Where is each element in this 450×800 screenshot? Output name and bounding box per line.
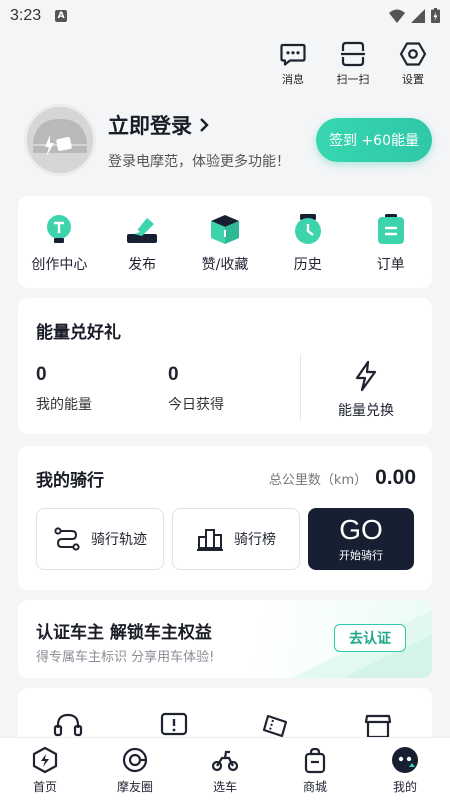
- bottom-nav: 首页 摩友圈 选车 商城 我的: [0, 738, 450, 800]
- my-energy-label: 我的能量: [36, 397, 92, 413]
- settings-icon: [399, 42, 427, 66]
- today-energy-label: 今日获得: [168, 397, 224, 413]
- like-favorite-button[interactable]: 赞/收藏: [189, 212, 261, 288]
- energy-title: 能量兑好礼: [36, 323, 121, 343]
- profile-section: 立即登录 登录电摩范，体验更多功能！ 签到 +60能量: [24, 104, 434, 184]
- history-label: 历史: [293, 257, 322, 273]
- moto-circle-icon: [122, 747, 148, 773]
- ride-rank-button[interactable]: 骑行榜: [172, 508, 300, 570]
- quick-menu-card: 创作中心 发布 赞/收藏 历史 订单: [18, 196, 432, 288]
- chevron-right-icon: [200, 118, 209, 132]
- nav-mine-label: 我的: [392, 780, 417, 794]
- energy-divider: [300, 354, 301, 420]
- publish-label: 发布: [128, 257, 157, 273]
- create-center-button[interactable]: 创作中心: [23, 212, 95, 288]
- nav-moto-circle[interactable]: 摩友圈: [100, 746, 170, 795]
- mall-icon: [304, 747, 326, 774]
- nav-home-label: 首页: [32, 780, 57, 794]
- signal-icon: [411, 8, 425, 23]
- status-icons: [389, 8, 440, 23]
- choose-car-icon: [211, 750, 239, 772]
- avatar[interactable]: [24, 104, 96, 176]
- order-button[interactable]: 订单: [355, 212, 427, 288]
- battery-icon: [431, 8, 440, 23]
- nav-choose-car-label: 选车: [212, 780, 237, 794]
- track-icon: [54, 527, 80, 551]
- login-link[interactable]: 立即登录: [108, 110, 210, 140]
- publish-button[interactable]: 发布: [106, 212, 178, 288]
- energy-exchange-label: 能量兑换: [338, 403, 394, 419]
- create-center-icon: [47, 215, 72, 243]
- status-time: 3:23: [10, 7, 42, 24]
- energy-card: 能量兑好礼 0 我的能量 0 今日获得 能量兑换: [18, 298, 432, 434]
- like-favorite-icon: [210, 215, 239, 244]
- checkin-button[interactable]: 签到 +60能量: [316, 118, 432, 162]
- rank-icon: [197, 529, 223, 551]
- mine-icon: [392, 747, 418, 773]
- create-center-label: 创作中心: [31, 257, 88, 273]
- today-energy-value: 0: [168, 364, 179, 385]
- nav-mine[interactable]: 我的: [370, 746, 440, 795]
- lightning-icon: [355, 360, 377, 392]
- start-ride-button[interactable]: GO 开始骑行: [308, 508, 414, 570]
- nav-choose-car[interactable]: 选车: [190, 746, 260, 795]
- home-icon: [32, 746, 58, 774]
- message-icon: [280, 43, 306, 66]
- go-label: GO: [339, 514, 383, 545]
- ride-title: 我的骑行: [36, 471, 104, 491]
- login-subtitle: 登录电摩范，体验更多功能！: [108, 154, 290, 170]
- settings-label: 设置: [402, 73, 424, 86]
- cert-title: 认证车主 解锁车主权益: [36, 623, 212, 643]
- message-label: 消息: [282, 73, 304, 86]
- scan-icon: [341, 41, 365, 67]
- settings-button[interactable]: 设置: [394, 40, 432, 87]
- wifi-icon: [389, 9, 405, 23]
- history-icon: [294, 214, 321, 244]
- top-actions: 消息 扫一扫 设置: [274, 40, 432, 87]
- publish-icon: [127, 218, 158, 243]
- scan-button[interactable]: 扫一扫: [334, 40, 372, 87]
- start-ride-label: 开始骑行: [339, 549, 383, 562]
- ride-total-label: 总公里数（km）: [268, 473, 368, 488]
- notification-badge: A: [55, 10, 68, 22]
- like-favorite-label: 赞/收藏: [201, 257, 249, 273]
- cert-subtitle: 得专属车主标识 分享用车体验!: [36, 650, 215, 665]
- energy-exchange-button[interactable]: 能量兑换: [330, 360, 402, 420]
- owner-cert-card: 认证车主 解锁车主权益 得专属车主标识 分享用车体验! 去认证: [18, 600, 432, 678]
- nav-mall-label: 商城: [302, 780, 327, 794]
- nav-moto-circle-label: 摩友圈: [116, 780, 153, 794]
- status-bar: 3:23 A: [0, 0, 450, 32]
- nav-mall[interactable]: 商城: [280, 746, 350, 795]
- ride-rank-label: 骑行榜: [234, 532, 276, 548]
- history-button[interactable]: 历史: [272, 212, 344, 288]
- ride-track-button[interactable]: 骑行轨迹: [36, 508, 164, 570]
- nav-home[interactable]: 首页: [10, 746, 80, 795]
- message-button[interactable]: 消息: [274, 40, 312, 87]
- order-label: 订单: [376, 257, 405, 273]
- default-avatar-icon: [27, 107, 93, 173]
- order-icon: [377, 214, 404, 244]
- ride-card: 我的骑行 总公里数（km） 0.00 骑行轨迹 骑行榜 GO 开始骑行: [18, 446, 432, 590]
- scan-label: 扫一扫: [336, 73, 370, 86]
- ride-track-label: 骑行轨迹: [91, 532, 147, 548]
- ride-total: 总公里数（km） 0.00: [269, 466, 416, 490]
- login-title-text: 立即登录: [108, 114, 192, 138]
- ride-total-value: 0.00: [375, 466, 416, 489]
- my-energy-value: 0: [36, 364, 47, 385]
- go-certify-button[interactable]: 去认证: [334, 624, 406, 652]
